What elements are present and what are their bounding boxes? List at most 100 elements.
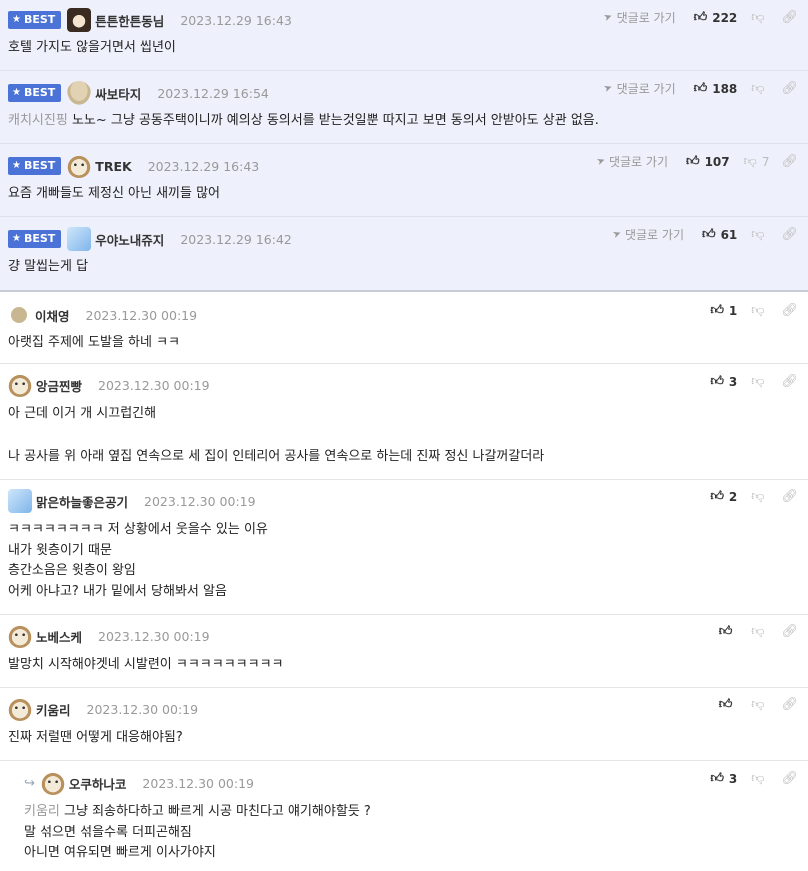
like-button[interactable]: 👍︎ 3 xyxy=(710,771,737,786)
author-name[interactable]: TREK xyxy=(95,159,131,174)
comment-actions: 👍︎ 👎︎ 🔗︎ xyxy=(719,624,798,639)
star-icon: ★ xyxy=(12,14,21,25)
comment-actions: 👍︎ 3 👎︎ 🔗︎ xyxy=(710,771,798,786)
avatar[interactable] xyxy=(67,154,92,178)
comment-date: 2023.12.29 16:43 xyxy=(147,158,260,174)
dislike-button[interactable]: 👎︎ xyxy=(751,624,769,639)
author-name[interactable]: 맑은하늘좋은공기 xyxy=(36,492,128,511)
arrow-icon: ➤ xyxy=(602,10,615,25)
comment-date: 2023.12.30 00:19 xyxy=(98,628,210,644)
avatar[interactable] xyxy=(11,307,27,323)
go-to-reply-button[interactable]: ➤ 댓글로 가기 xyxy=(595,153,668,170)
dislike-button[interactable]: 👎︎ xyxy=(751,374,769,389)
like-button[interactable]: 👍︎ xyxy=(719,697,738,712)
comment-actions: 👍︎ 2 👎︎ 🔗︎ xyxy=(710,489,798,504)
avatar[interactable] xyxy=(67,8,92,32)
dislike-button[interactable]: 👎︎ xyxy=(751,489,769,504)
author-name[interactable]: 앙금찐빵 xyxy=(36,376,82,395)
thumbs-down-icon: 👎︎ xyxy=(751,10,765,25)
comment-item: 키움리 2023.12.30 00:19 👍︎ 👎︎ 🔗︎ 진짜 저럴땐 어떻게… xyxy=(0,688,808,761)
comment-item: ★ BEST 튼튼한튼동님 2023.12.29 16:43 ➤ 댓글로 가기 👍︎… xyxy=(0,0,808,71)
thumbs-down-icon: 👎︎ xyxy=(751,81,765,96)
thumbs-up-icon: 👍︎ xyxy=(710,771,724,786)
text-line: 키움리 그냥 죄송하다하고 빠르게 시공 마친다고 얘기해야할듯 ? xyxy=(24,804,371,819)
comment-item: ★ BEST TREK 2023.12.29 16:43 ➤ 댓글로 가기 👍︎ 10… xyxy=(0,144,808,217)
go-to-reply-button[interactable]: ➤ 댓글로 가기 xyxy=(602,9,676,26)
avatar[interactable] xyxy=(8,697,32,721)
comment-text: 걍 말씹는게 답 xyxy=(8,259,89,274)
star-icon: ★ xyxy=(12,87,21,98)
author-name[interactable]: 이채영 xyxy=(35,306,70,325)
author-name[interactable]: 우야노내쥬지 xyxy=(95,230,164,249)
link-icon[interactable]: 🔗︎ xyxy=(781,303,798,318)
comment-text: 아랫집 주제에 도발을 하네 ㅋㅋ xyxy=(8,335,181,350)
go-to-reply-button[interactable]: ➤ 댓글로 가기 xyxy=(611,226,684,243)
avatar[interactable] xyxy=(8,489,32,513)
avatar[interactable] xyxy=(67,227,92,251)
avatar[interactable] xyxy=(67,81,92,105)
author-name[interactable]: 오쿠하나코 xyxy=(69,774,127,793)
thumbs-down-icon: 👎︎ xyxy=(751,697,765,712)
comment-date: 2023.12.29 16:54 xyxy=(157,85,269,101)
like-button[interactable]: 👍︎ 188 xyxy=(694,81,738,96)
dislike-button[interactable]: 👎︎ xyxy=(751,10,769,25)
text-line: 아니면 여유되면 빠르게 이사가야지 xyxy=(24,845,216,860)
comment-header: 맑은하늘좋은공기 2023.12.30 00:19 xyxy=(8,489,256,513)
author-name[interactable]: 노베스케 xyxy=(36,627,82,646)
link-icon[interactable]: 🔗︎ xyxy=(781,624,798,639)
text-line: 내가 윗층이기 때문 xyxy=(8,542,112,558)
like-button[interactable]: 👍︎ 61 xyxy=(702,227,737,242)
like-button[interactable]: 👍︎ 222 xyxy=(694,10,738,25)
comment-actions: ➤ 댓글로 가기 👍︎ 188 👎︎ 🔗︎ xyxy=(603,80,798,97)
dislike-button[interactable]: 👎︎ xyxy=(751,771,769,786)
avatar[interactable] xyxy=(8,624,32,648)
comment-text: 호텔 가지도 않을거면서 씹년이 xyxy=(8,40,176,55)
comment-actions: ➤ 댓글로 가기 👍︎ 222 👎︎ 🔗︎ xyxy=(602,9,798,26)
comment-item: 앙금찐빵 2023.12.30 00:19 👍︎ 3 👎︎ 🔗︎ 아 근데 이거 … xyxy=(0,364,808,480)
link-icon[interactable]: 🔗︎ xyxy=(781,697,798,712)
comment-actions: 👍︎ 👎︎ 🔗︎ xyxy=(719,697,798,712)
avatar[interactable] xyxy=(40,771,65,795)
thumbs-up-icon: 👍︎ xyxy=(718,624,733,639)
dislike-button[interactable]: 👎︎ xyxy=(751,697,769,712)
author-name[interactable]: 키움리 xyxy=(36,700,71,719)
link-icon[interactable]: 🔗︎ xyxy=(781,489,798,504)
link-icon[interactable]: 🔗︎ xyxy=(781,771,798,786)
like-button[interactable]: 👍︎ xyxy=(719,624,738,639)
dislike-button[interactable]: 👎︎ xyxy=(751,303,769,318)
comment-header: ★ BEST 싸보타지 2023.12.29 16:54 xyxy=(8,81,269,105)
link-icon[interactable]: 🔗︎ xyxy=(781,81,798,96)
like-button[interactable]: 👍︎ 107 xyxy=(686,154,730,169)
comment-text: ㅋㅋㅋㅋㅋㅋㅋㅋ 저 상황에서 웃을수 있는 이유 내가 윗층이기 때문 층간소… xyxy=(8,520,268,602)
comment-date: 2023.12.30 00:19 xyxy=(98,377,210,393)
dislike-button[interactable]: 👎︎ xyxy=(751,227,769,242)
link-icon[interactable]: 🔗︎ xyxy=(781,227,798,242)
like-button[interactable]: 👍︎ 1 xyxy=(710,303,737,318)
mention-link[interactable]: 키움리 xyxy=(24,804,60,819)
thumbs-up-icon: 👍︎ xyxy=(685,154,700,169)
comment-date: 2023.12.29 16:43 xyxy=(180,12,292,28)
comment-actions: ➤ 댓글로 가기 👍︎ 61 👎︎ 🔗︎ xyxy=(611,226,798,243)
comment-actions: 👍︎ 1 👎︎ 🔗︎ xyxy=(710,303,798,318)
comment-header: 이채영 2023.12.30 00:19 xyxy=(8,304,197,326)
dislike-button[interactable]: 👎︎ xyxy=(751,81,769,96)
text-line: 아 근데 이거 개 시끄럽긴해 xyxy=(8,406,157,421)
like-button[interactable]: 👍︎ 3 xyxy=(710,374,737,389)
go-to-reply-button[interactable]: ➤ 댓글로 가기 xyxy=(603,80,676,97)
like-button[interactable]: 👍︎ 2 xyxy=(710,489,737,504)
link-icon[interactable]: 🔗︎ xyxy=(781,154,798,169)
author-name[interactable]: 튼튼한튼동님 xyxy=(95,11,164,30)
thumbs-up-icon: 👍︎ xyxy=(693,81,708,96)
dislike-button[interactable]: 👎︎ 7 xyxy=(744,154,770,169)
star-icon: ★ xyxy=(12,233,21,244)
comment-text: 캐치시진핑 노노~ 그냥 공동주택이니까 예의상 동의서를 받는것일뿐 따지고 … xyxy=(8,113,599,128)
comment-header: ★ BEST 튼튼한튼동님 2023.12.29 16:43 xyxy=(8,8,292,32)
best-badge: ★ BEST xyxy=(8,157,62,175)
link-icon[interactable]: 🔗︎ xyxy=(781,10,798,25)
link-icon[interactable]: 🔗︎ xyxy=(781,374,798,389)
author-name[interactable]: 싸보타지 xyxy=(95,84,141,103)
comment-actions: ➤ 댓글로 가기 👍︎ 107 👎︎ 7 🔗︎ xyxy=(595,153,798,170)
thumbs-up-icon: 👍︎ xyxy=(693,10,708,25)
avatar[interactable] xyxy=(8,373,32,397)
mention-link[interactable]: 캐치시진핑 xyxy=(8,113,68,128)
